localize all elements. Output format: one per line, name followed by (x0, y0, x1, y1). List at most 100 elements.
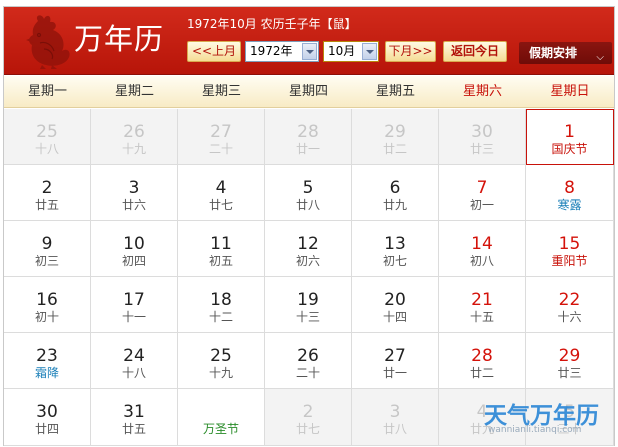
day-number: 26 (123, 122, 145, 142)
day-number: 21 (471, 290, 493, 310)
chevron-down-icon[interactable] (302, 43, 317, 60)
lunar-date: 廿六 (121, 198, 146, 212)
day-number: 7 (476, 178, 488, 198)
day-cell[interactable]: 29 廿三 (526, 333, 614, 389)
holiday-schedule-dropdown[interactable]: 假期安排 ⌵ (519, 42, 612, 64)
day-number: 9 (41, 234, 53, 254)
day-cell[interactable]: 17 十一 (91, 277, 178, 333)
lunar-date: 十三 (295, 310, 320, 324)
lunar-date: 廿一 (295, 142, 320, 156)
day-cell[interactable]: 26 十九 (91, 109, 178, 165)
day-number: 11 (210, 234, 232, 254)
rooster-icon (26, 15, 70, 69)
festival-label: 万圣节 (202, 422, 239, 436)
day-cell[interactable]: 26 二十 (265, 333, 352, 389)
day-number: 20 (384, 290, 406, 310)
day-cell[interactable]: 30 廿三 (439, 109, 526, 165)
day-number: 30 (471, 122, 493, 142)
lunar-date: 廿三 (557, 366, 582, 380)
day-cell[interactable]: 29 廿二 (352, 109, 439, 165)
day-number: 29 (558, 346, 581, 366)
day-number: 27 (210, 122, 232, 142)
day-cell[interactable]: 27 二十 (178, 109, 265, 165)
day-number: 18 (210, 290, 232, 310)
weekday-label: 星期三 (201, 84, 241, 99)
day-cell[interactable]: 24 十八 (91, 333, 178, 389)
weekday-label: 星期六 (462, 84, 502, 99)
day-number: 22 (558, 290, 581, 310)
lunar-date: 初六 (295, 254, 320, 268)
day-number: 3 (389, 402, 401, 422)
day-number: 15 (558, 234, 581, 254)
day-cell[interactable]: 19 十三 (265, 277, 352, 333)
day-cell[interactable]: 14 初八 (439, 221, 526, 277)
weekday-label: 星期一 (27, 84, 67, 99)
day-cell[interactable]: 28 廿一 (265, 109, 352, 165)
weekday-label: 星期四 (288, 84, 328, 99)
lunar-date: 十二 (208, 310, 233, 324)
day-number: 23 (36, 346, 58, 366)
watermark-url: wannianli.tianqi.com (488, 425, 582, 435)
day-cell[interactable]: 15 重阳节 (526, 221, 614, 277)
month-select[interactable]: 10月 (323, 41, 379, 62)
lunar-date: 廿七 (295, 422, 320, 436)
day-cell[interactable]: 27 廿一 (352, 333, 439, 389)
day-cell[interactable]: 20 十四 (352, 277, 439, 333)
weekday-header: 星期一 星期二 星期三 星期四 星期五 星期六 星期日 (4, 76, 614, 108)
year-select[interactable]: 1972年 (245, 41, 319, 62)
day-number: 14 (471, 234, 493, 254)
day-cell[interactable]: 21 十五 (439, 277, 526, 333)
chevron-down-icon[interactable] (362, 43, 377, 60)
day-cell[interactable]: 13 初七 (352, 221, 439, 277)
festival-label: 国庆节 (551, 142, 588, 156)
prev-month-button[interactable]: <<上月 (187, 41, 241, 62)
day-number: 24 (123, 346, 145, 366)
day-number: 3 (128, 178, 140, 198)
day-number: 27 (384, 346, 406, 366)
lunar-date: 初四 (121, 254, 146, 268)
today-button[interactable]: 返回今日 (443, 41, 507, 62)
lunar-date: 十九 (121, 142, 146, 156)
day-number: 12 (297, 234, 319, 254)
day-number: 17 (123, 290, 145, 310)
day-cell[interactable]: 22 十六 (526, 277, 614, 333)
lunar-date: 十八 (121, 366, 146, 380)
day-cell[interactable]: 12 初六 (265, 221, 352, 277)
day-number: 28 (471, 346, 493, 366)
day-number: 26 (297, 346, 319, 366)
day-cell[interactable]: 30 廿四 (4, 389, 91, 446)
app-title: 万年历 (74, 22, 165, 56)
day-cell[interactable]: 7 初一 (439, 165, 526, 221)
lunar-date: 廿五 (121, 422, 146, 436)
calendar-header: 万年历 1972年10月 农历壬子年【鼠】 <<上月 1972年 10月 下月>… (4, 7, 614, 75)
day-number: 25 (36, 122, 58, 142)
next-month-button[interactable]: 下月>> (385, 41, 436, 62)
day-cell[interactable]: 25 十九 (178, 333, 265, 389)
day-cell[interactable]: 9 初三 (4, 221, 91, 277)
day-cell[interactable]: 8 寒露 (526, 165, 614, 221)
day-cell[interactable]: 1 国庆节 (526, 109, 614, 165)
day-cell[interactable]: 10 初四 (91, 221, 178, 277)
day-number (178, 403, 264, 421)
day-cell[interactable]: 2 廿七 (265, 389, 352, 446)
day-cell[interactable]: 3 廿八 (352, 389, 439, 446)
logo: 万年历 (18, 9, 178, 73)
lunar-date: 廿二 (469, 366, 494, 380)
day-cell[interactable]: 4 廿七 (178, 165, 265, 221)
day-cell[interactable]: 25 十八 (4, 109, 91, 165)
day-cell[interactable]: 5 廿八 (265, 165, 352, 221)
lunar-date: 初三 (34, 254, 59, 268)
day-cell[interactable]: 28 廿二 (439, 333, 526, 389)
day-cell[interactable]: 31 廿五 (91, 389, 178, 446)
day-cell[interactable]: 万圣节 (178, 389, 265, 446)
day-cell[interactable]: 3 廿六 (91, 165, 178, 221)
day-cell[interactable]: 18 十二 (178, 277, 265, 333)
day-cell[interactable]: 11 初五 (178, 221, 265, 277)
day-number: 2 (41, 178, 53, 198)
day-number: 31 (123, 402, 145, 422)
day-cell[interactable]: 2 廿五 (4, 165, 91, 221)
day-cell[interactable]: 6 廿九 (352, 165, 439, 221)
day-number: 25 (210, 346, 232, 366)
day-cell[interactable]: 16 初十 (4, 277, 91, 333)
day-cell[interactable]: 23 霜降 (4, 333, 91, 389)
